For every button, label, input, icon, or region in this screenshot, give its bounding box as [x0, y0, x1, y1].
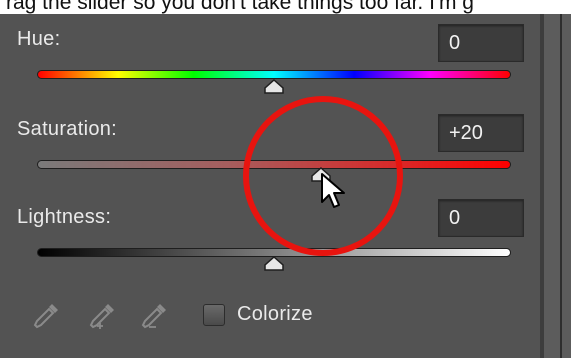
hue-slider-thumb[interactable]: [263, 79, 285, 95]
saturation-value-field[interactable]: +20: [438, 114, 524, 152]
hue-slider-track[interactable]: [37, 70, 511, 79]
mouse-pointer-icon: [321, 173, 345, 208]
caption-strip: rag the slider so you don't take things …: [0, 0, 571, 14]
scrollbar-track[interactable]: [544, 14, 571, 358]
hue-value-field[interactable]: 0: [438, 24, 524, 62]
caption-text: rag the slider so you don't take things …: [6, 0, 474, 14]
colorize-label: Colorize: [237, 303, 313, 325]
colorize-checkbox[interactable]: [203, 304, 225, 326]
hue-label: Hue:: [17, 28, 61, 50]
eyedropper-add-icon[interactable]: [88, 300, 118, 330]
eyedropper-icon[interactable]: [32, 300, 62, 330]
lightness-label: Lightness:: [17, 206, 112, 228]
saturation-label: Saturation:: [17, 118, 118, 140]
scrollbar-edge: [560, 14, 562, 358]
eyedropper-subtract-icon[interactable]: [140, 300, 170, 330]
lightness-value-field[interactable]: 0: [438, 199, 524, 237]
lightness-slider-thumb[interactable]: [263, 256, 285, 272]
screenshot: rag the slider so you don't take things …: [0, 0, 571, 358]
